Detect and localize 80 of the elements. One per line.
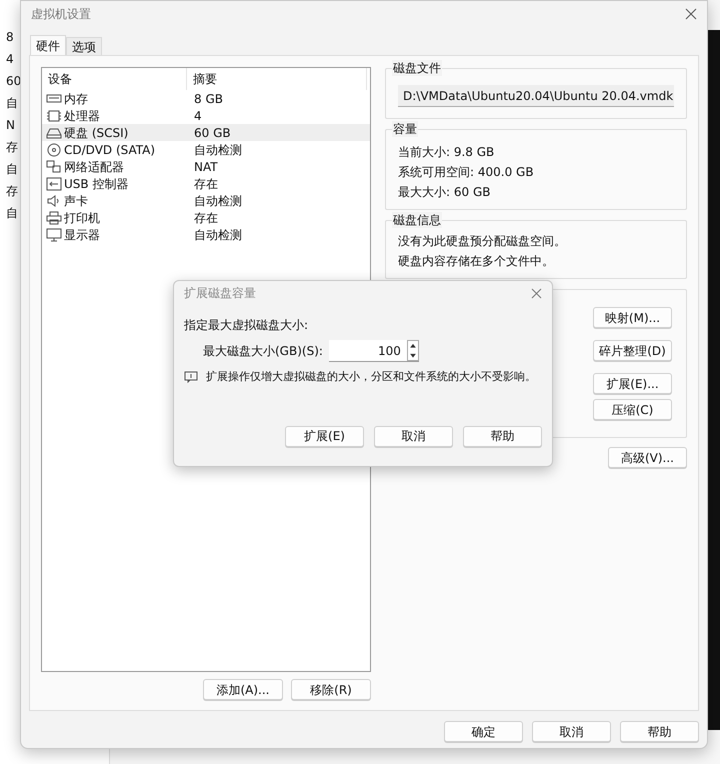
- device-name: 声卡: [64, 192, 88, 210]
- device-name: 显示器: [64, 226, 100, 244]
- background-text: 60: [6, 73, 22, 90]
- device-row[interactable]: CD/DVD (SATA) 自动检测: [42, 141, 370, 158]
- close-icon[interactable]: [685, 8, 697, 20]
- chip-icon: [46, 108, 62, 122]
- device-summary: 自动检测: [193, 142, 242, 158]
- window-title: 虚拟机设置: [31, 6, 91, 23]
- close-icon[interactable]: [531, 288, 542, 298]
- device-summary: 自动检测: [193, 226, 242, 244]
- device-name: USB 控制器: [64, 176, 128, 192]
- dialog-button[interactable]: 帮助: [463, 426, 542, 446]
- background-text: 存: [6, 183, 18, 200]
- column-header[interactable]: 设备: [42, 68, 187, 90]
- device-row[interactable]: 显示器 自动检测: [42, 226, 370, 243]
- info-text: 没有为此硬盘预分配磁盘空间。: [398, 233, 567, 250]
- device-name: CD/DVD (SATA): [64, 142, 156, 158]
- info-icon: [184, 371, 198, 384]
- column-header[interactable]: 摘要: [187, 68, 367, 90]
- background-text: 自: [6, 95, 18, 112]
- utility-button[interactable]: 碎片整理(D): [593, 340, 672, 361]
- prompt-text: 指定最大虚拟磁盘大小:: [184, 317, 310, 334]
- capacity-text: 系统可用空间: 400.0 GB: [398, 164, 535, 181]
- disc-icon: [46, 142, 62, 156]
- network-icon: [46, 160, 62, 174]
- tab[interactable]: 硬件: [30, 35, 66, 55]
- monitor-icon: [46, 228, 62, 242]
- group-title: 磁盘文件: [392, 60, 442, 76]
- capacity-text: 最大大小: 60 GB: [398, 184, 492, 201]
- device-name: 内存: [64, 90, 88, 108]
- capacity-text: 当前大小: 9.8 GB: [398, 144, 496, 161]
- background-text: 8: [6, 29, 14, 46]
- footer-button[interactable]: 帮助: [620, 721, 699, 742]
- device-row[interactable]: 硬盘 (SCSI) 60 GB: [42, 124, 370, 141]
- background-text: 自: [6, 161, 18, 178]
- dialog-title: 扩展磁盘容量: [184, 285, 256, 302]
- memory-icon: [46, 92, 62, 106]
- device-name: 打印机: [64, 210, 100, 226]
- tab[interactable]: 选项: [66, 37, 102, 55]
- background-text: 4: [6, 51, 14, 68]
- device-row[interactable]: 声卡 自动检测: [42, 192, 370, 209]
- up-arrow-icon[interactable]: [408, 341, 418, 350]
- note-text: 扩展操作仅增大虚拟磁盘的大小，分区和文件系统的大小不受影响。: [206, 369, 536, 385]
- printer-icon: [46, 210, 62, 224]
- dialog-button[interactable]: 取消: [374, 426, 453, 446]
- background-text: 自: [6, 205, 18, 222]
- size-spinner[interactable]: 100: [328, 340, 419, 362]
- dialog-button[interactable]: 扩展(E): [285, 426, 364, 446]
- device-row[interactable]: USB 控制器 存在: [42, 175, 370, 192]
- list-button[interactable]: 移除(R): [291, 679, 371, 700]
- device-name: 硬盘 (SCSI): [64, 124, 128, 142]
- device-summary: 4: [193, 108, 202, 124]
- usb-icon: [46, 176, 62, 190]
- advanced-button[interactable]: 高级(V)...: [608, 447, 687, 468]
- size-label: 最大磁盘大小(GB)(S):: [203, 343, 323, 360]
- background-text: 存: [6, 139, 18, 156]
- device-name: 处理器: [64, 108, 100, 124]
- footer-button[interactable]: 取消: [532, 721, 611, 742]
- group-title: 容量: [392, 121, 418, 137]
- utility-button[interactable]: 映射(M)...: [593, 307, 672, 328]
- info-text: 硬盘内容存储在多个文件中。: [398, 253, 555, 270]
- device-summary: NAT: [193, 158, 218, 176]
- utility-button[interactable]: 扩展(E)...: [593, 373, 672, 394]
- path-field[interactable]: D:\VMData\Ubuntu20.04\Ubuntu 20.04.vmdk: [398, 85, 674, 107]
- device-name: 网络适配器: [64, 158, 124, 176]
- device-row[interactable]: 处理器 4: [42, 107, 370, 124]
- group-title: 磁盘信息: [392, 212, 442, 228]
- device-summary: 60 GB: [193, 124, 231, 142]
- footer-button[interactable]: 确定: [444, 721, 523, 742]
- utility-button[interactable]: 压缩(C): [593, 399, 672, 420]
- device-summary: 存在: [193, 176, 218, 192]
- device-summary: 存在: [193, 210, 218, 226]
- background-text: N: [6, 117, 15, 134]
- device-row[interactable]: 内存 8 GB: [42, 90, 370, 107]
- device-summary: 自动检测: [193, 192, 242, 210]
- list-button[interactable]: 添加(A)...: [203, 679, 283, 700]
- device-row[interactable]: 打印机 存在: [42, 209, 370, 226]
- device-summary: 8 GB: [193, 90, 223, 108]
- device-row[interactable]: 网络适配器 NAT: [42, 158, 370, 175]
- drive-icon: [46, 126, 62, 140]
